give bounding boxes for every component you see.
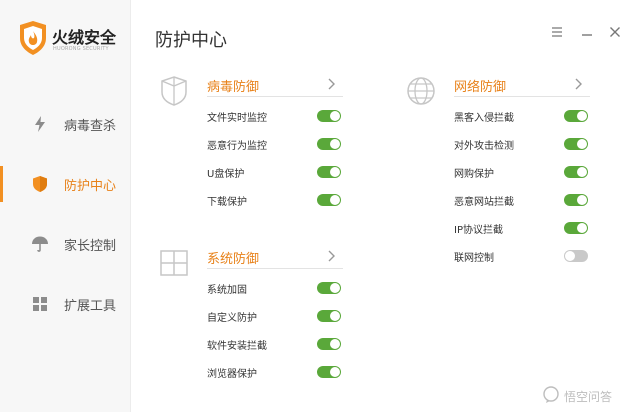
setting-label: 恶意网站拦截: [454, 197, 514, 208]
sidebar-item-extension-tools[interactable]: 扩展工具: [0, 284, 130, 324]
setting-label: 软件安装拦截: [207, 341, 267, 352]
close-icon[interactable]: [607, 24, 623, 40]
setting-row-system-hardening: 系统加固: [207, 278, 343, 298]
setting-label: 网购保护: [454, 169, 494, 180]
section-title: 系统防御: [207, 252, 260, 267]
shield-outline-icon: [161, 76, 187, 106]
windows-icon: [160, 250, 188, 276]
sidebar-item-virus-scan[interactable]: 病毒查杀: [0, 104, 130, 144]
toggle-switch[interactable]: [564, 250, 588, 262]
sidebar-item-parental-control[interactable]: 家长控制: [0, 224, 130, 264]
toggle-switch[interactable]: [564, 222, 588, 234]
app-subtitle: HUORONG SECURITY: [53, 46, 109, 52]
speech-bubble-icon: [543, 386, 559, 403]
sidebar-item-label: 扩展工具: [64, 299, 117, 314]
sidebar-item-protection-center[interactable]: 防护中心: [0, 164, 130, 204]
setting-row-usb-protection: U盘保护: [207, 162, 343, 182]
setting-label: 黑客入侵拦截: [454, 113, 514, 124]
toggle-switch[interactable]: [317, 282, 341, 294]
chevron-right-icon: [575, 78, 582, 90]
section-title: 网络防御: [454, 80, 507, 95]
watermark-text: 悟空问答: [564, 390, 613, 404]
section-header-system-defense[interactable]: 系统防御: [207, 246, 343, 269]
toggle-switch[interactable]: [317, 338, 341, 350]
setting-label: IP协议拦截: [454, 225, 503, 236]
section-title: 病毒防御: [207, 80, 260, 95]
section-header-virus-defense[interactable]: 病毒防御: [207, 74, 343, 97]
lightning-icon: [35, 116, 45, 132]
setting-row-hacker-intrusion-block: 黑客入侵拦截: [454, 106, 590, 126]
setting-row-custom-protection: 自定义防护: [207, 306, 343, 326]
setting-row-malicious-site-block: 恶意网站拦截: [454, 190, 590, 210]
chevron-right-icon: [328, 78, 335, 90]
grid-icon: [33, 297, 47, 311]
menu-icon[interactable]: [549, 24, 565, 40]
setting-row-ip-protocol-block: IP协议拦截: [454, 218, 590, 238]
setting-label: 下载保护: [207, 197, 247, 208]
app-logo: 火绒安全 HUORONG SECURITY: [18, 20, 128, 60]
setting-row-browser-protection: 浏览器保护: [207, 362, 343, 382]
setting-row-file-realtime-monitor: 文件实时监控: [207, 106, 343, 126]
toggle-switch[interactable]: [564, 194, 588, 206]
app-name: 火绒安全: [52, 28, 117, 47]
shield-icon: [33, 176, 47, 192]
toggle-switch[interactable]: [317, 194, 341, 206]
setting-label: 对外攻击检测: [454, 141, 514, 152]
setting-label: 文件实时监控: [207, 113, 267, 124]
setting-row-download-protection: 下载保护: [207, 190, 343, 210]
chevron-right-icon: [328, 250, 335, 262]
watermark: 悟空问答: [542, 386, 632, 406]
toggle-switch[interactable]: [564, 166, 588, 178]
setting-row-outbound-attack-detect: 对外攻击检测: [454, 134, 590, 154]
setting-label: 系统加固: [207, 285, 247, 296]
setting-label: 浏览器保护: [207, 369, 257, 380]
sidebar: 火绒安全 HUORONG SECURITY 病毒查杀 防护中心 家长控制 扩展工…: [0, 0, 131, 412]
section-header-network-defense[interactable]: 网络防御: [454, 74, 590, 97]
setting-row-malicious-behavior-monitor: 恶意行为监控: [207, 134, 343, 154]
toggle-switch[interactable]: [317, 166, 341, 178]
setting-row-online-shopping-protection: 网购保护: [454, 162, 590, 182]
sidebar-item-label: 防护中心: [64, 179, 117, 194]
globe-icon: [407, 77, 435, 105]
setting-row-software-install-block: 软件安装拦截: [207, 334, 343, 354]
toggle-switch[interactable]: [317, 138, 341, 150]
page-title: 防护中心: [155, 30, 227, 51]
flame-shield-icon: [20, 21, 46, 55]
toggle-switch[interactable]: [317, 366, 341, 378]
setting-label: 联网控制: [454, 253, 494, 264]
minimize-icon[interactable]: [579, 24, 595, 40]
toggle-switch[interactable]: [317, 310, 341, 322]
toggle-switch[interactable]: [317, 110, 341, 122]
toggle-switch[interactable]: [564, 110, 588, 122]
setting-label: 自定义防护: [207, 313, 257, 324]
setting-label: 恶意行为监控: [207, 141, 267, 152]
setting-label: U盘保护: [207, 169, 245, 180]
toggle-switch[interactable]: [564, 138, 588, 150]
setting-row-network-access-control: 联网控制: [454, 246, 590, 266]
sidebar-item-label: 家长控制: [64, 239, 117, 254]
sidebar-item-label: 病毒查杀: [64, 119, 117, 134]
umbrella-icon: [32, 236, 48, 252]
